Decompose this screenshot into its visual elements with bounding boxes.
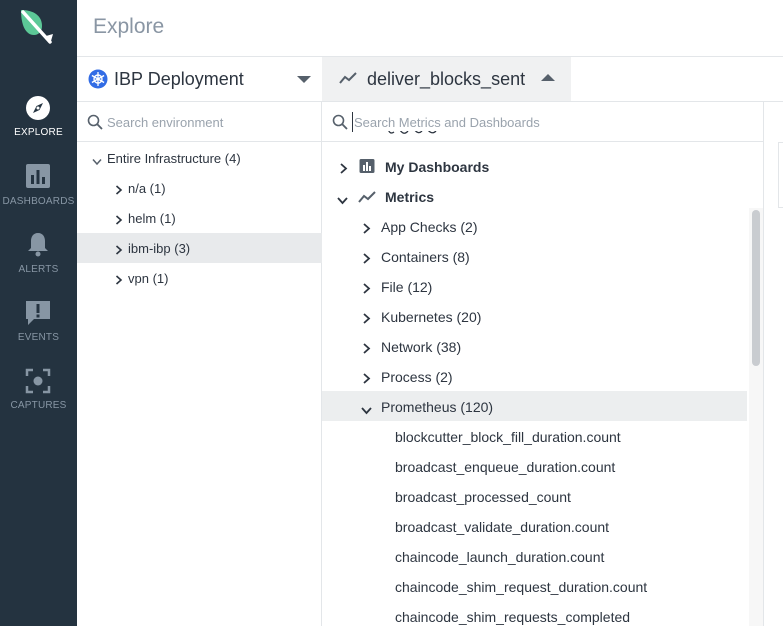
group-label: My Dashboards: [385, 159, 490, 175]
category-process[interactable]: Process (2): [322, 361, 747, 391]
tree-item-label: vpn (1): [128, 271, 169, 286]
metric-list-item[interactable]: broadcast_processed_count: [322, 481, 747, 511]
tree-item-ibm-ibp[interactable]: ibm-ibp (3): [77, 233, 322, 263]
exclamation-bubble-icon: [24, 299, 52, 327]
group-my-dashboards[interactable]: My Dashboards: [322, 151, 747, 181]
nav-label-dashboards: DASHBOARDS: [2, 196, 75, 207]
chevron-right-icon[interactable]: [115, 183, 123, 195]
nav-label-alerts: ALERTS: [18, 264, 59, 275]
search-icon: [332, 114, 348, 130]
tree-item-label: n/a (1): [128, 181, 166, 196]
chevron-right-icon[interactable]: [115, 213, 123, 225]
metric-list-item[interactable]: broadcast_enqueue_duration.count: [322, 451, 747, 481]
chevron-down-icon[interactable]: [361, 402, 372, 415]
environment-search-input[interactable]: [107, 112, 312, 132]
metric-selected-label: deliver_blocks_sent: [367, 69, 526, 89]
tree-item-vpn[interactable]: vpn (1): [77, 263, 322, 293]
bell-icon: [24, 231, 52, 259]
metric-name: chaincode_launch_duration.count: [395, 549, 605, 565]
chevron-right-icon[interactable]: [362, 371, 371, 384]
chevron-right-icon[interactable]: [362, 311, 371, 324]
environment-panel: Entire Infrastructure (4) n/a (1) helm (…: [77, 102, 322, 626]
category-file[interactable]: File (12): [322, 271, 747, 301]
category-label: Containers (8): [381, 249, 470, 265]
metric-list-item[interactable]: chaincode_shim_requests_completed: [322, 601, 747, 626]
app-logo-icon[interactable]: [18, 8, 58, 46]
metric-list-item[interactable]: broadcast_validate_duration.count: [322, 511, 747, 541]
tree-item-helm[interactable]: helm (1): [77, 203, 322, 233]
environment-selected-label: IBP Deployment: [114, 69, 244, 89]
metric-name: chaincode_shim_requests_completed: [395, 609, 631, 625]
tree-item-na[interactable]: n/a (1): [77, 173, 322, 203]
tree-item-entire-infrastructure[interactable]: Entire Infrastructure (4): [77, 143, 322, 173]
category-label: Kubernetes (20): [381, 309, 482, 325]
group-label: Metrics: [385, 189, 435, 205]
category-label: App Checks (2): [381, 219, 478, 235]
metric-name: blockcutter_block_fill_duration.count: [395, 429, 621, 445]
category-label: File (12): [381, 279, 433, 295]
scrollbar-thumb[interactable]: [752, 210, 760, 366]
tree-item-label: Entire Infrastructure (4): [107, 151, 241, 166]
dashboard-icon: [359, 159, 375, 173]
environment-selector[interactable]: IBP Deployment: [77, 57, 322, 102]
search-icon: [87, 114, 103, 130]
clipped-list-item: [384, 130, 444, 142]
metric-name: chaincode_shim_request_duration.count: [395, 579, 648, 595]
group-metrics[interactable]: Metrics: [322, 181, 747, 211]
nav-item-dashboards[interactable]: DASHBOARDS: [0, 163, 77, 223]
nav-item-alerts[interactable]: ALERTS: [0, 231, 77, 291]
chevron-right-icon[interactable]: [362, 341, 371, 354]
metric-name: broadcast_enqueue_duration.count: [395, 459, 616, 475]
page-title: Explore: [93, 15, 165, 38]
chevron-right-icon[interactable]: [115, 243, 123, 255]
nav-item-explore[interactable]: EXPLORE: [0, 95, 77, 155]
category-network[interactable]: Network (38): [322, 331, 747, 361]
metric-search-input[interactable]: [352, 112, 752, 132]
trend-line-icon: [358, 190, 376, 203]
chevron-down-icon[interactable]: [92, 154, 102, 166]
category-label: Prometheus (120): [381, 399, 494, 415]
nav-label-explore: EXPLORE: [14, 127, 63, 138]
metric-list-item[interactable]: blockcutter_block_fill_duration.count: [322, 421, 747, 451]
nav-label-captures: CAPTURES: [10, 400, 67, 411]
caret-down-icon: [297, 76, 311, 83]
capture-frame-icon: [24, 367, 52, 395]
metrics-scrollbar[interactable]: [749, 208, 763, 626]
tree-item-label: helm (1): [128, 211, 176, 226]
category-containers[interactable]: Containers (8): [322, 241, 747, 271]
trend-line-icon: [339, 71, 357, 85]
chevron-right-icon[interactable]: [362, 251, 371, 264]
metric-name: broadcast_validate_duration.count: [395, 519, 610, 535]
header-right-area: [571, 57, 783, 102]
metrics-panel: My Dashboards Metrics App Checks (2) Con…: [322, 102, 764, 626]
category-app-checks[interactable]: App Checks (2): [322, 211, 747, 241]
chevron-right-icon[interactable]: [339, 161, 348, 174]
right-panel-edge: [764, 102, 783, 626]
environment-search-bar: [77, 102, 322, 142]
nav-label-events: EVENTS: [17, 332, 60, 343]
category-kubernetes[interactable]: Kubernetes (20): [322, 301, 747, 331]
metric-list-item[interactable]: chaincode_launch_duration.count: [322, 541, 747, 571]
caret-up-icon: [541, 74, 555, 81]
compass-icon: [24, 95, 52, 123]
category-label: Process (2): [381, 369, 453, 385]
category-label: Network (38): [381, 339, 462, 355]
bar-chart-icon: [24, 163, 52, 191]
right-panel-box: [778, 142, 783, 208]
category-prometheus[interactable]: Prometheus (120): [322, 391, 747, 421]
metric-selector[interactable]: deliver_blocks_sent: [322, 57, 571, 102]
chevron-right-icon[interactable]: [115, 273, 123, 285]
metric-list-item[interactable]: chaincode_shim_request_duration.count: [322, 571, 747, 601]
kubernetes-icon: [88, 69, 108, 89]
nav-item-events[interactable]: EVENTS: [0, 299, 77, 359]
left-nav: EXPLORE DASHBOARDS ALERTS EVENTS CAPTURE…: [0, 0, 77, 626]
nav-item-captures[interactable]: CAPTURES: [0, 367, 77, 427]
metric-name: broadcast_processed_count: [395, 489, 571, 505]
chevron-right-icon[interactable]: [362, 221, 371, 234]
chevron-down-icon[interactable]: [337, 192, 348, 205]
page-header: Explore: [77, 0, 783, 57]
chevron-right-icon[interactable]: [362, 281, 371, 294]
tree-item-label: ibm-ibp (3): [128, 241, 191, 256]
